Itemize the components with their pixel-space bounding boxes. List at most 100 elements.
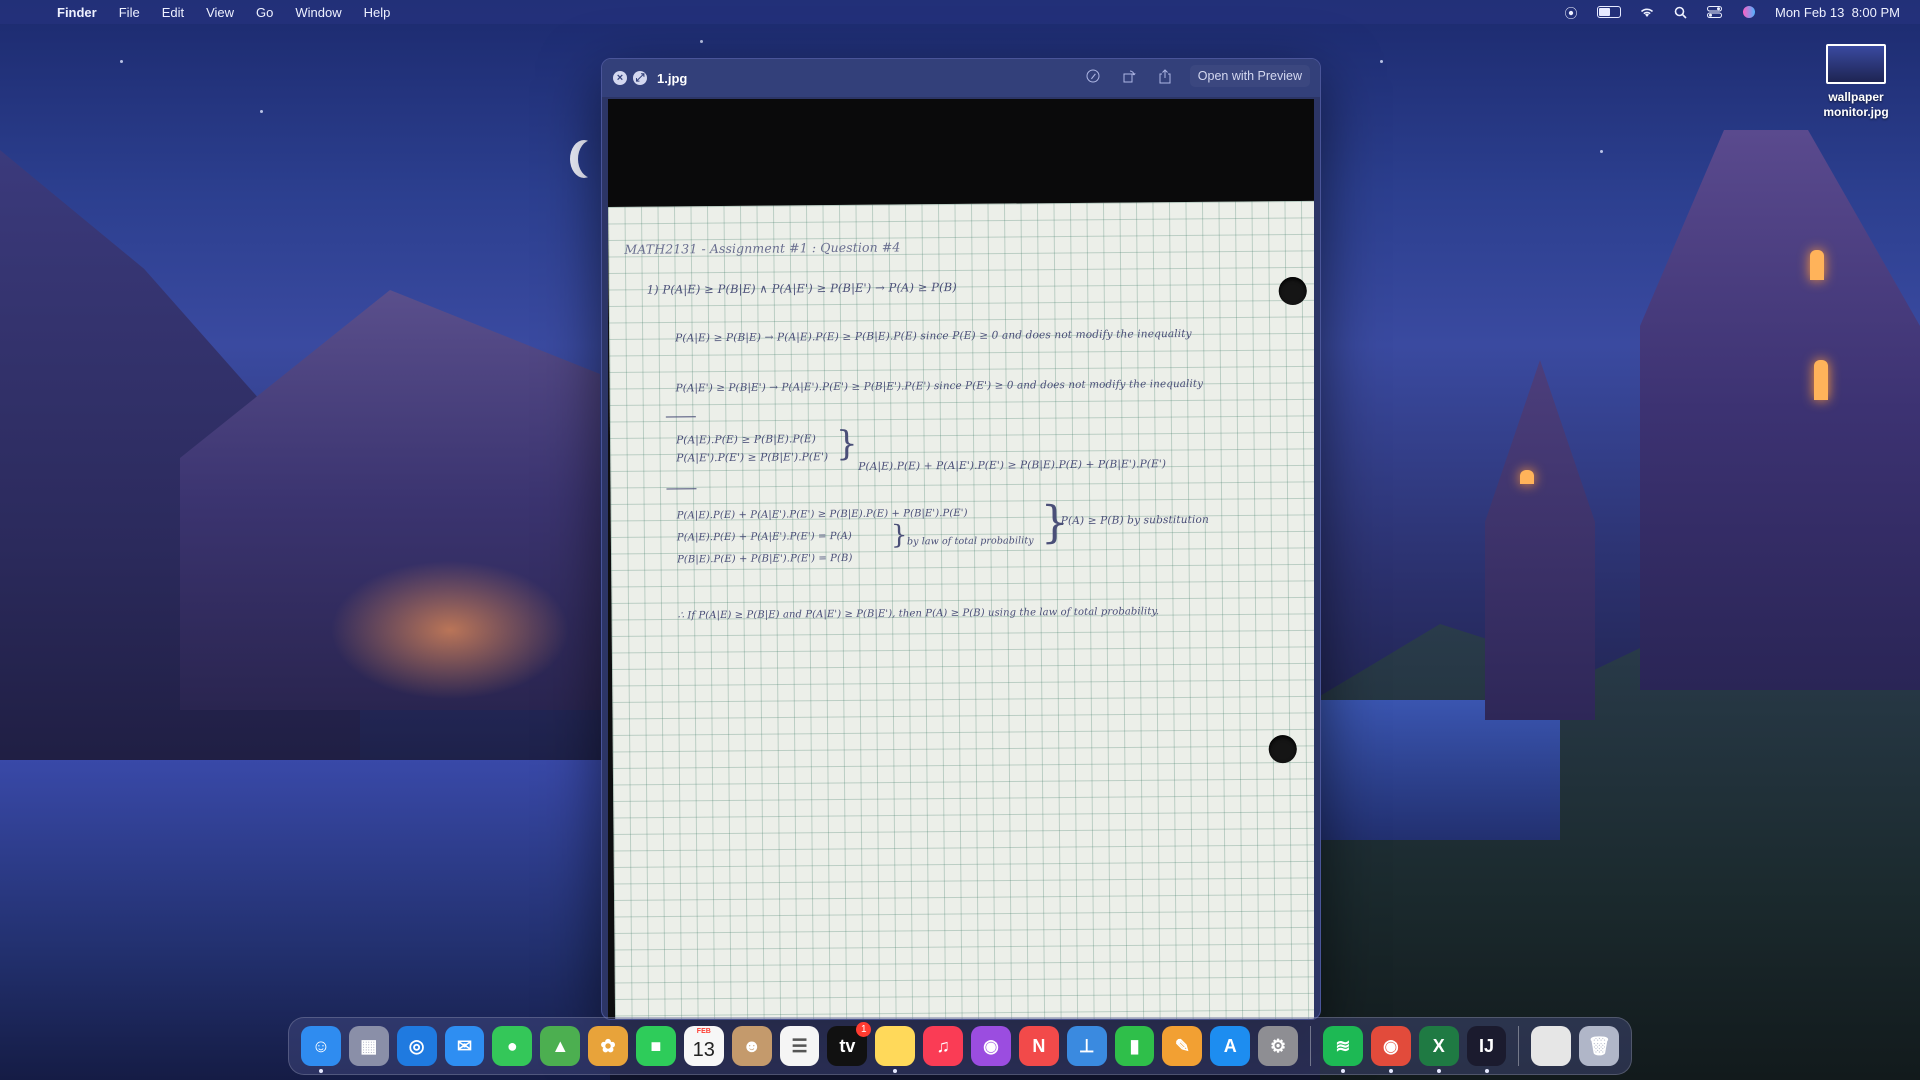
intellij-icon[interactable]: IJ [1466,1026,1507,1073]
fullscreen-icon[interactable]: ⤢ [633,71,647,85]
apple-tv-icon[interactable]: tv 1 [827,1022,872,1066]
calendar-icon[interactable]: FEB 13 [683,1026,724,1066]
keynote-glyph: ⊥ [1078,1035,1095,1056]
excel-glyph: X [1432,1035,1445,1056]
menu-app-finder[interactable]: Finder [46,5,108,20]
conclusion-line: ∴ If P(A|E) ≥ P(B|E) and P(A|E') ≥ P(B|E… [677,606,1160,622]
punch-hole [1278,276,1307,306]
tower-right [1640,130,1920,690]
music-icon[interactable]: ♫ [923,1026,964,1066]
proof-line: by law of total probability [906,535,1034,548]
dock-separator [1518,1026,1520,1066]
running-indicator [893,1069,898,1073]
dock: ☺ ▦ ◎ ✉ ● ▲ ✿ ■ FEB 13 ☻ ☰ tv 1 ♫ ◉ N ⊥ ▮ ✎ A ⚙ ≋ ◉ X IJ 🗑 [288,1017,1632,1075]
menu-bar: Finder File Edit View Go Window Help ⦿ M… [0,0,1920,24]
heading-text: MATH2131 - Assignment #1 : Question #4 [624,239,901,257]
facetime-icon[interactable]: ■ [636,1026,676,1066]
safari-icon[interactable]: ◎ [396,1026,437,1066]
rotate-icon[interactable] [1118,65,1140,87]
chrome-icon[interactable]: ◉ [1370,1026,1411,1073]
share-icon[interactable] [1154,65,1176,87]
notification-badge: 1 [856,1022,872,1037]
launchpad-icon[interactable]: ▦ [348,1026,389,1066]
podcasts-icon[interactable]: ◉ [971,1026,1011,1066]
window-title: 1.jpg [657,70,688,86]
maps-glyph: ▲ [551,1035,570,1056]
open-with-preview-button[interactable]: Open with Preview [1189,65,1310,87]
quicklook-window: × ⤢ 1.jpg Open with Preview MATH2131 - A… [601,58,1321,1020]
numbers-glyph: ▮ [1129,1035,1140,1056]
proof-line: P(A|E).P(E) + P(A|E').P(E') = P(A) [676,530,852,544]
mail-glyph: ✉ [456,1035,473,1056]
intellij-glyph: IJ [1479,1035,1495,1056]
photos-icon[interactable]: ✿ [588,1026,629,1066]
safari-glyph: ◎ [408,1035,425,1056]
spotlight-search-icon[interactable] [1673,5,1689,19]
proof-line: P(A|E).P(E) + P(A|E').P(E') ≥ P(B|E).P(E… [858,458,1167,473]
battery-icon[interactable] [1596,6,1621,18]
reminders-icon[interactable]: ☰ [779,1026,820,1066]
keynote-icon[interactable]: ⊥ [1066,1026,1107,1066]
menu-edit[interactable]: Edit [151,5,195,20]
app-store-icon[interactable]: A [1210,1026,1251,1066]
graph-paper-photo: MATH2131 - Assignment #1 : Question #4 1… [608,200,1314,1019]
system-preferences-icon[interactable]: ⚙ [1258,1026,1299,1066]
calendar-month: FEB [696,1028,711,1035]
calendar-day: 13 [692,1038,715,1061]
menu-go[interactable]: Go [245,5,284,20]
system-preferences-glyph: ⚙ [1270,1035,1287,1056]
messages-icon[interactable]: ● [492,1026,533,1066]
file-thumbnail [1826,44,1886,84]
menu-view[interactable]: View [195,5,245,20]
siri-icon[interactable] [1741,5,1757,19]
close-icon[interactable]: × [613,71,627,85]
wifi-icon[interactable] [1639,5,1655,19]
excel-icon[interactable]: X [1418,1026,1459,1073]
trash-icon[interactable]: 🗑 [1579,1026,1620,1066]
pages-glyph: ✎ [1174,1035,1190,1056]
spotify-glyph: ≋ [1335,1035,1351,1056]
punch-hole [1268,735,1297,764]
quicklook-titlebar: × ⤢ 1.jpg Open with Preview [602,59,1320,97]
menu-clock[interactable]: Mon Feb 13 8:00 PM [1775,5,1900,20]
proof-line: 1) P(A|E) ≥ P(B|E) ∧ P(A|E') ≥ P(B|E') →… [646,279,957,297]
desktop-file-wallpaper[interactable]: wallpaper monitor.jpg [1812,44,1900,120]
running-indicator [1484,1069,1489,1073]
news-icon[interactable]: N [1018,1026,1059,1066]
image-preview: MATH2131 - Assignment #1 : Question #4 1… [608,99,1314,1019]
facetime-glyph: ■ [650,1035,662,1056]
spotify-icon[interactable]: ≋ [1323,1026,1363,1073]
numbers-icon[interactable]: ▮ [1114,1026,1155,1066]
file-name-line1: wallpaper [1828,90,1884,104]
running-indicator [319,1069,323,1073]
menu-file[interactable]: File [108,5,151,20]
maps-icon[interactable]: ▲ [540,1026,581,1066]
photos-glyph: ✿ [600,1035,616,1056]
contacts-icon[interactable]: ☻ [731,1026,772,1066]
menu-help[interactable]: Help [353,5,402,20]
screen-record-icon[interactable]: ⦿ [1563,5,1579,21]
apple-logo-icon[interactable] [20,4,36,20]
pages-icon[interactable]: ✎ [1162,1026,1203,1066]
control-center-icon[interactable] [1707,5,1723,19]
mail-icon[interactable]: ✉ [444,1026,485,1066]
proof-line: P(A|E).P(E) ≥ P(B|E).P(E) [675,433,817,447]
reminders-glyph: ☰ [791,1035,808,1056]
document-icon[interactable] [1531,1026,1572,1066]
chrome-glyph: ◉ [1382,1035,1399,1056]
notes-icon[interactable] [875,1026,916,1073]
file-name-line2: monitor.jpg [1823,105,1889,119]
messages-glyph: ● [506,1035,518,1056]
launchpad-glyph: ▦ [360,1035,378,1056]
proof-line: P(B|E).P(E) + P(B|E').P(E') = P(B) [677,552,853,566]
finder-glyph: ☺ [311,1035,331,1056]
menu-window[interactable]: Window [284,5,352,20]
podcasts-glyph: ◉ [983,1035,999,1056]
finder-icon[interactable]: ☺ [301,1026,341,1073]
lake-right [1320,700,1560,840]
proof-line: P(A|E).P(E) + P(A|E').P(E') ≥ P(B|E).P(E… [676,507,968,522]
running-indicator [1436,1069,1441,1073]
trash-glyph: 🗑 [1587,1035,1611,1056]
running-indicator [1388,1069,1393,1073]
markup-icon[interactable] [1082,65,1104,87]
